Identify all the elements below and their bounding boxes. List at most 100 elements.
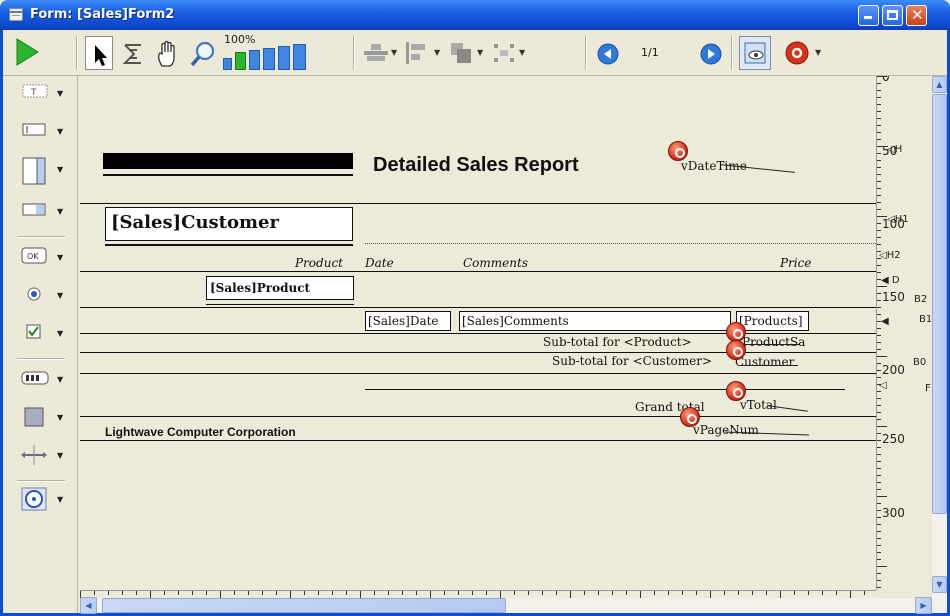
b0-marker-label[interactable]: B0 bbox=[913, 357, 926, 368]
horizontal-scrollbar[interactable]: ◀ ▶ bbox=[80, 597, 932, 614]
arrow-tool-button[interactable] bbox=[85, 36, 113, 70]
b2-marker-label[interactable]: B2 bbox=[914, 294, 927, 305]
horizontal-scroll-thumb[interactable] bbox=[102, 598, 506, 613]
footer-company-name[interactable]: Lightwave Computer Corporation bbox=[105, 425, 296, 439]
palette-list-tool[interactable]: ▼ bbox=[19, 156, 69, 185]
form-design-area[interactable]: Detailed Sales Report vDateTime [Sales]C… bbox=[80, 76, 876, 590]
scroll-down-icon[interactable]: ▼ bbox=[932, 576, 947, 593]
move-to-front-icon[interactable] bbox=[449, 41, 475, 65]
chevron-down-icon[interactable]: ▼ bbox=[57, 451, 63, 460]
page-number-variable[interactable]: vPageNum bbox=[693, 423, 759, 437]
palette-field-tool[interactable]: ▼ bbox=[19, 118, 69, 146]
hand-tool-icon[interactable] bbox=[155, 40, 181, 68]
ruler-tick bbox=[206, 591, 207, 595]
b1-marker-label[interactable]: B1 bbox=[919, 314, 931, 325]
chevron-down-icon[interactable]: ▼ bbox=[57, 413, 63, 422]
zoom-magnifier-icon[interactable] bbox=[189, 40, 217, 68]
header-marker[interactable]: ◁H bbox=[887, 144, 902, 155]
palette-text-tool[interactable]: T ▼ bbox=[19, 80, 69, 108]
scroll-right-icon[interactable]: ▶ bbox=[915, 597, 932, 614]
close-button[interactable]: ✕ bbox=[906, 5, 927, 26]
maximize-button[interactable] bbox=[882, 5, 903, 26]
chevron-down-icon[interactable]: ▼ bbox=[57, 89, 63, 98]
footer-marker-arrow-icon[interactable]: ◁ bbox=[879, 380, 887, 391]
palette-plugin-tool[interactable]: ▼ bbox=[19, 486, 69, 514]
palette-button-tool[interactable]: OK ▼ bbox=[19, 244, 69, 272]
next-page-icon[interactable] bbox=[700, 43, 722, 65]
column-header-price[interactable]: Price bbox=[780, 256, 811, 270]
ruler-tick bbox=[877, 342, 881, 343]
object-method-icon[interactable] bbox=[785, 41, 809, 65]
object-method-icon[interactable] bbox=[668, 141, 688, 161]
scroll-left-icon[interactable]: ◀ bbox=[80, 597, 97, 614]
column-header-date[interactable]: Date bbox=[365, 256, 394, 270]
date-field-box[interactable]: [Sales]Date bbox=[365, 311, 451, 331]
chevron-down-icon[interactable]: ▼ bbox=[57, 291, 63, 300]
vertical-scrollbar[interactable]: ▲ ▼ bbox=[932, 76, 947, 613]
group-objects-icon[interactable] bbox=[491, 41, 517, 65]
view-toggle-button[interactable] bbox=[739, 36, 771, 70]
object-method-icon[interactable] bbox=[726, 340, 746, 360]
column-header-comments[interactable]: Comments bbox=[463, 256, 528, 270]
grand-total-rule[interactable] bbox=[365, 389, 845, 390]
palette-ruler-tool[interactable]: ▼ bbox=[19, 366, 69, 394]
products-field: [Products] bbox=[739, 314, 803, 328]
chevron-down-icon[interactable]: ▼ bbox=[57, 495, 63, 504]
ruler-tick bbox=[877, 314, 881, 315]
minimize-button[interactable] bbox=[858, 5, 879, 26]
chevron-down-icon[interactable]: ▼ bbox=[57, 207, 63, 216]
subtotal-product-label[interactable]: Sub-total for <Product> bbox=[543, 335, 692, 349]
chevron-down-icon[interactable]: ▼ bbox=[434, 48, 440, 57]
chevron-down-icon[interactable]: ▼ bbox=[519, 48, 525, 57]
ruler-tick bbox=[584, 591, 585, 595]
chevron-down-icon[interactable]: ▼ bbox=[815, 48, 821, 57]
zoom-level-bars[interactable] bbox=[221, 44, 351, 70]
palette-rectangle-tool[interactable]: ▼ bbox=[19, 404, 69, 432]
ruler-tick bbox=[808, 591, 809, 595]
palette-combo-tool[interactable]: ▼ bbox=[19, 198, 69, 226]
ruler-tick bbox=[556, 591, 557, 595]
vertical-ruler[interactable]: 0 50 100 150 200 250 300 ◁H ◁H1 ◁H2 ◀ D … bbox=[876, 76, 931, 590]
chevron-down-icon[interactable]: ▼ bbox=[477, 48, 483, 57]
previous-page-icon[interactable] bbox=[597, 43, 619, 65]
chevron-down-icon[interactable]: ▼ bbox=[57, 253, 63, 262]
subtotal-customer-label[interactable]: Sub-total for <Customer> bbox=[552, 354, 712, 368]
h2-marker[interactable]: ◁H2 bbox=[879, 250, 901, 261]
ruler-tick bbox=[877, 461, 881, 462]
object-method-icon[interactable] bbox=[726, 322, 746, 342]
align-objects-icon[interactable] bbox=[363, 43, 389, 63]
palette-checkbox-tool[interactable]: ▼ bbox=[19, 320, 69, 348]
footer-marker-label[interactable]: F bbox=[925, 383, 931, 394]
product-field-box[interactable]: [Sales]Product bbox=[206, 276, 354, 300]
sigma-tool-icon[interactable] bbox=[121, 42, 145, 66]
scroll-up-icon[interactable]: ▲ bbox=[932, 76, 947, 93]
h1-marker[interactable]: ◁H1 bbox=[887, 214, 909, 225]
ruler-tick bbox=[332, 591, 333, 595]
ruler-tick bbox=[416, 591, 417, 595]
header-underline[interactable] bbox=[103, 174, 353, 176]
vertical-scroll-thumb[interactable] bbox=[932, 94, 947, 514]
ruler-tick bbox=[877, 335, 881, 336]
chevron-down-icon[interactable]: ▼ bbox=[57, 127, 63, 136]
palette-radio-tool[interactable]: ▼ bbox=[19, 282, 69, 310]
customer-field-box[interactable]: [Sales]Customer bbox=[105, 207, 353, 241]
ruler-tick bbox=[877, 503, 881, 504]
report-title[interactable]: Detailed Sales Report bbox=[373, 154, 579, 177]
title-bar[interactable]: Form: [Sales]Form2 ✕ bbox=[0, 0, 950, 30]
detail-marker[interactable]: ◀ D bbox=[881, 275, 900, 286]
b1-marker-arrow-icon[interactable]: ◀ bbox=[881, 316, 889, 327]
subtotal-customer-variable[interactable]: Customer bbox=[735, 355, 794, 369]
run-form-icon[interactable] bbox=[15, 38, 39, 66]
palette-splitter-tool[interactable]: ▼ bbox=[19, 442, 69, 470]
column-header-product[interactable]: Product bbox=[295, 256, 343, 270]
chevron-down-icon[interactable]: ▼ bbox=[57, 165, 63, 174]
chevron-down-icon[interactable]: ▼ bbox=[57, 329, 63, 338]
distribute-objects-icon[interactable] bbox=[405, 41, 431, 65]
subtotal-product-variable[interactable]: ProductSa bbox=[742, 335, 805, 349]
comments-field-box[interactable]: [Sales]Comments bbox=[459, 311, 731, 331]
chevron-down-icon[interactable]: ▼ bbox=[391, 48, 397, 57]
chevron-down-icon[interactable]: ▼ bbox=[57, 375, 63, 384]
ruler-tick bbox=[877, 559, 881, 560]
products-field-box[interactable]: [Products] bbox=[736, 311, 809, 331]
header-black-bar[interactable] bbox=[103, 153, 353, 169]
